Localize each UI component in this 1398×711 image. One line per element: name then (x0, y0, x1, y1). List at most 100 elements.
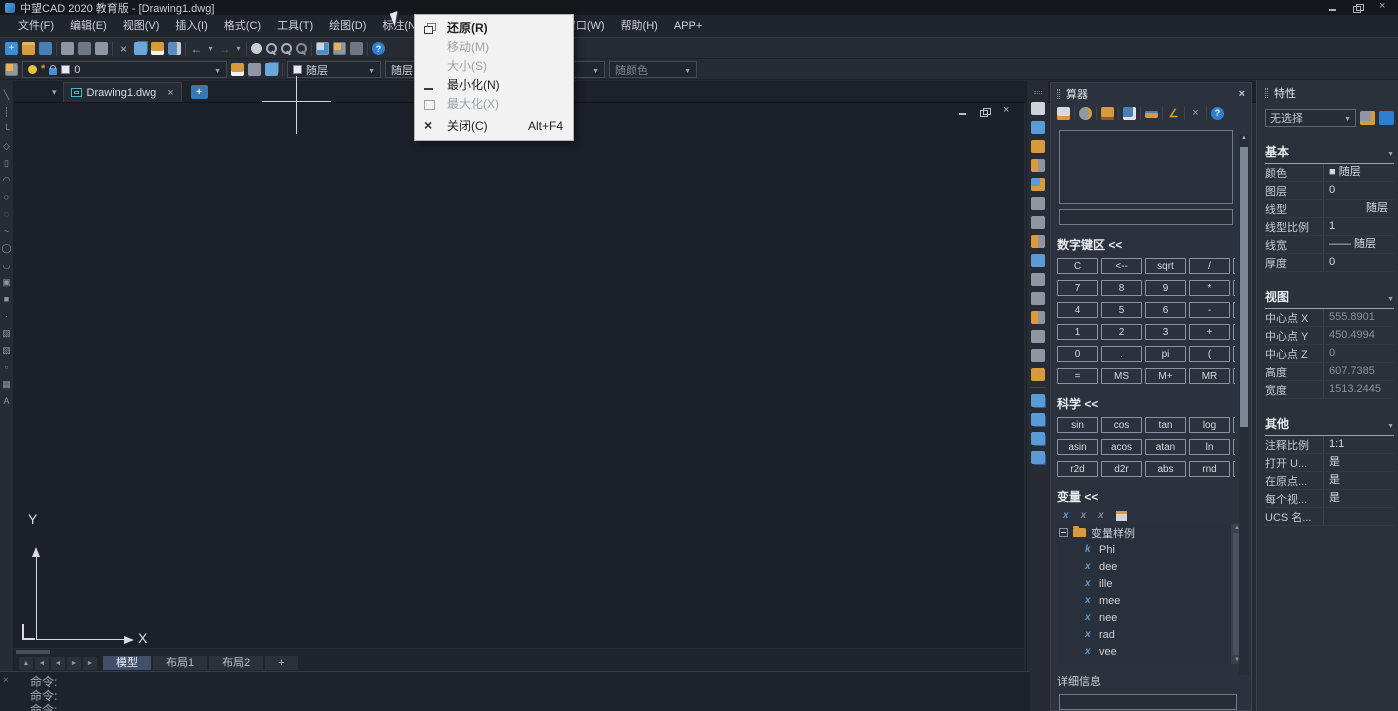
select-objects-icon[interactable] (1379, 111, 1394, 125)
sci-button[interactable]: tan (1145, 417, 1186, 433)
layer-states-icon[interactable] (333, 42, 346, 55)
calculator-close-icon[interactable] (1239, 88, 1245, 100)
revision-cloud-icon[interactable]: ◌ (1, 208, 13, 220)
sci-button[interactable]: 10^x (1233, 417, 1235, 433)
property-row[interactable]: 注释比例 1:1 (1265, 436, 1394, 454)
polyline-icon[interactable]: └ (1, 123, 13, 135)
calc-button[interactable]: . (1101, 346, 1142, 362)
section-header-view[interactable]: 视图 (1265, 288, 1394, 309)
palette-grip[interactable] (1265, 88, 1268, 98)
sci-button[interactable]: cos (1101, 417, 1142, 433)
property-row[interactable]: 线型 随层 (1265, 200, 1394, 218)
construction-line-icon[interactable]: ┊ (1, 106, 13, 118)
separator[interactable] (1184, 106, 1185, 120)
menu-item[interactable]: 文件(F) (10, 15, 62, 37)
selection-dropdown[interactable]: 无选择 (1265, 109, 1356, 127)
first-layout-button[interactable]: ◄ (35, 657, 49, 670)
property-row[interactable]: 线型比例 1 (1265, 218, 1394, 236)
point-icon[interactable]: · (1, 310, 13, 322)
cut-icon[interactable]: × (117, 42, 130, 55)
property-value[interactable]: 1:1 (1323, 436, 1394, 453)
command-close-icon[interactable] (3, 674, 9, 688)
print-icon[interactable] (61, 42, 74, 55)
menu-item[interactable]: 编辑(E) (62, 15, 115, 37)
separator[interactable] (367, 42, 368, 56)
sci-button[interactable]: rnd (1189, 461, 1230, 477)
calc-button[interactable]: 4 (1057, 302, 1098, 318)
calc-button[interactable]: M+ (1145, 368, 1186, 384)
property-row[interactable]: 每个视... 是 (1265, 490, 1394, 508)
menu-item[interactable]: APP+ (666, 15, 710, 37)
options-icon[interactable] (1079, 107, 1092, 120)
context-menu-item[interactable]: 大小(S) (415, 57, 573, 76)
property-row[interactable]: 厚度 0 (1265, 254, 1394, 272)
property-value[interactable]: 是 (1323, 454, 1394, 471)
tab-close-icon[interactable] (167, 87, 173, 99)
doc-restore-icon[interactable] (980, 107, 990, 117)
separator[interactable] (1096, 106, 1097, 120)
calc-button[interactable]: + (1189, 324, 1230, 340)
property-row[interactable]: 在原点... 是 (1265, 472, 1394, 490)
copy-icon[interactable] (1031, 121, 1045, 134)
separator[interactable] (185, 42, 186, 56)
sci-button[interactable]: asin (1057, 439, 1098, 455)
break-icon[interactable] (1031, 311, 1045, 324)
layer-dropdown[interactable]: * 0 (22, 61, 227, 78)
minimize-icon[interactable] (1328, 3, 1338, 13)
context-menu-item[interactable]: 最大化(X) (415, 95, 573, 114)
sci-button[interactable]: sin (1057, 417, 1098, 433)
help-icon[interactable]: ? (372, 42, 385, 55)
property-value[interactable]: 0 (1323, 254, 1394, 271)
measure-distance-icon[interactable] (1145, 111, 1158, 118)
calc-button[interactable]: <-- (1101, 258, 1142, 274)
undo-dropdown-icon[interactable] (207, 42, 214, 55)
explode-icon[interactable] (1031, 368, 1045, 381)
calc-button[interactable]: 9 (1145, 280, 1186, 296)
property-row[interactable]: 图层 0 (1265, 182, 1394, 200)
view-manager-icon[interactable] (350, 42, 363, 55)
separator[interactable] (1030, 387, 1046, 388)
command-window[interactable]: 命令:命令:命令: (0, 671, 1030, 711)
scale-icon[interactable] (1031, 235, 1045, 248)
stretch-icon[interactable] (1031, 254, 1045, 267)
delete-variable-icon[interactable]: x (1098, 510, 1104, 521)
layout-tab[interactable]: + (265, 656, 297, 670)
zoom-realtime-icon[interactable] (266, 43, 277, 54)
new-icon[interactable]: + (5, 42, 18, 55)
separator[interactable] (311, 42, 312, 56)
line-icon[interactable]: ╲ (1, 89, 13, 101)
separator[interactable] (56, 42, 57, 56)
match-properties-icon[interactable] (168, 42, 181, 55)
property-value[interactable] (1323, 508, 1394, 525)
mirror-icon[interactable] (1031, 140, 1045, 153)
zoom-previous-icon[interactable] (296, 43, 307, 54)
details-input[interactable] (1059, 694, 1237, 710)
print-preview-icon[interactable] (78, 42, 91, 55)
variable-item[interactable]: k Phi (1057, 541, 1243, 558)
redo-dropdown-icon[interactable] (235, 42, 242, 55)
variables-group-row[interactable]: 变量样例 (1057, 524, 1243, 541)
layout-tab[interactable]: 布局2 (209, 656, 263, 670)
region-icon[interactable]: ▫ (1, 361, 13, 373)
pan-icon[interactable] (251, 43, 262, 54)
erase-icon[interactable] (1031, 102, 1045, 115)
doc-close-icon[interactable] (1002, 107, 1012, 117)
separator[interactable] (246, 42, 247, 56)
calc-button[interactable]: MS (1101, 368, 1142, 384)
property-row[interactable]: 颜色 ■ 随层 (1265, 164, 1394, 182)
calc-button[interactable]: 1/x (1233, 258, 1235, 274)
drawing-canvas[interactable]: Y X (14, 103, 1024, 648)
spline-icon[interactable]: ~ (1, 225, 13, 237)
calc-button[interactable]: 8 (1101, 280, 1142, 296)
fillet-icon[interactable] (1031, 349, 1045, 362)
calc-button[interactable]: sqrt (1145, 258, 1186, 274)
next-layout-button[interactable]: ► (67, 657, 81, 670)
context-menu-item[interactable]: 关闭(C) Alt+F4 (415, 117, 573, 136)
separator[interactable] (1140, 106, 1141, 120)
calc-button[interactable]: 6 (1145, 302, 1186, 318)
paste-icon[interactable] (151, 42, 164, 55)
calc-help-icon[interactable]: ? (1211, 107, 1224, 120)
separator[interactable] (112, 42, 113, 56)
calc-button[interactable]: ) (1233, 346, 1235, 362)
context-menu-item[interactable]: 还原(R) (415, 19, 573, 38)
